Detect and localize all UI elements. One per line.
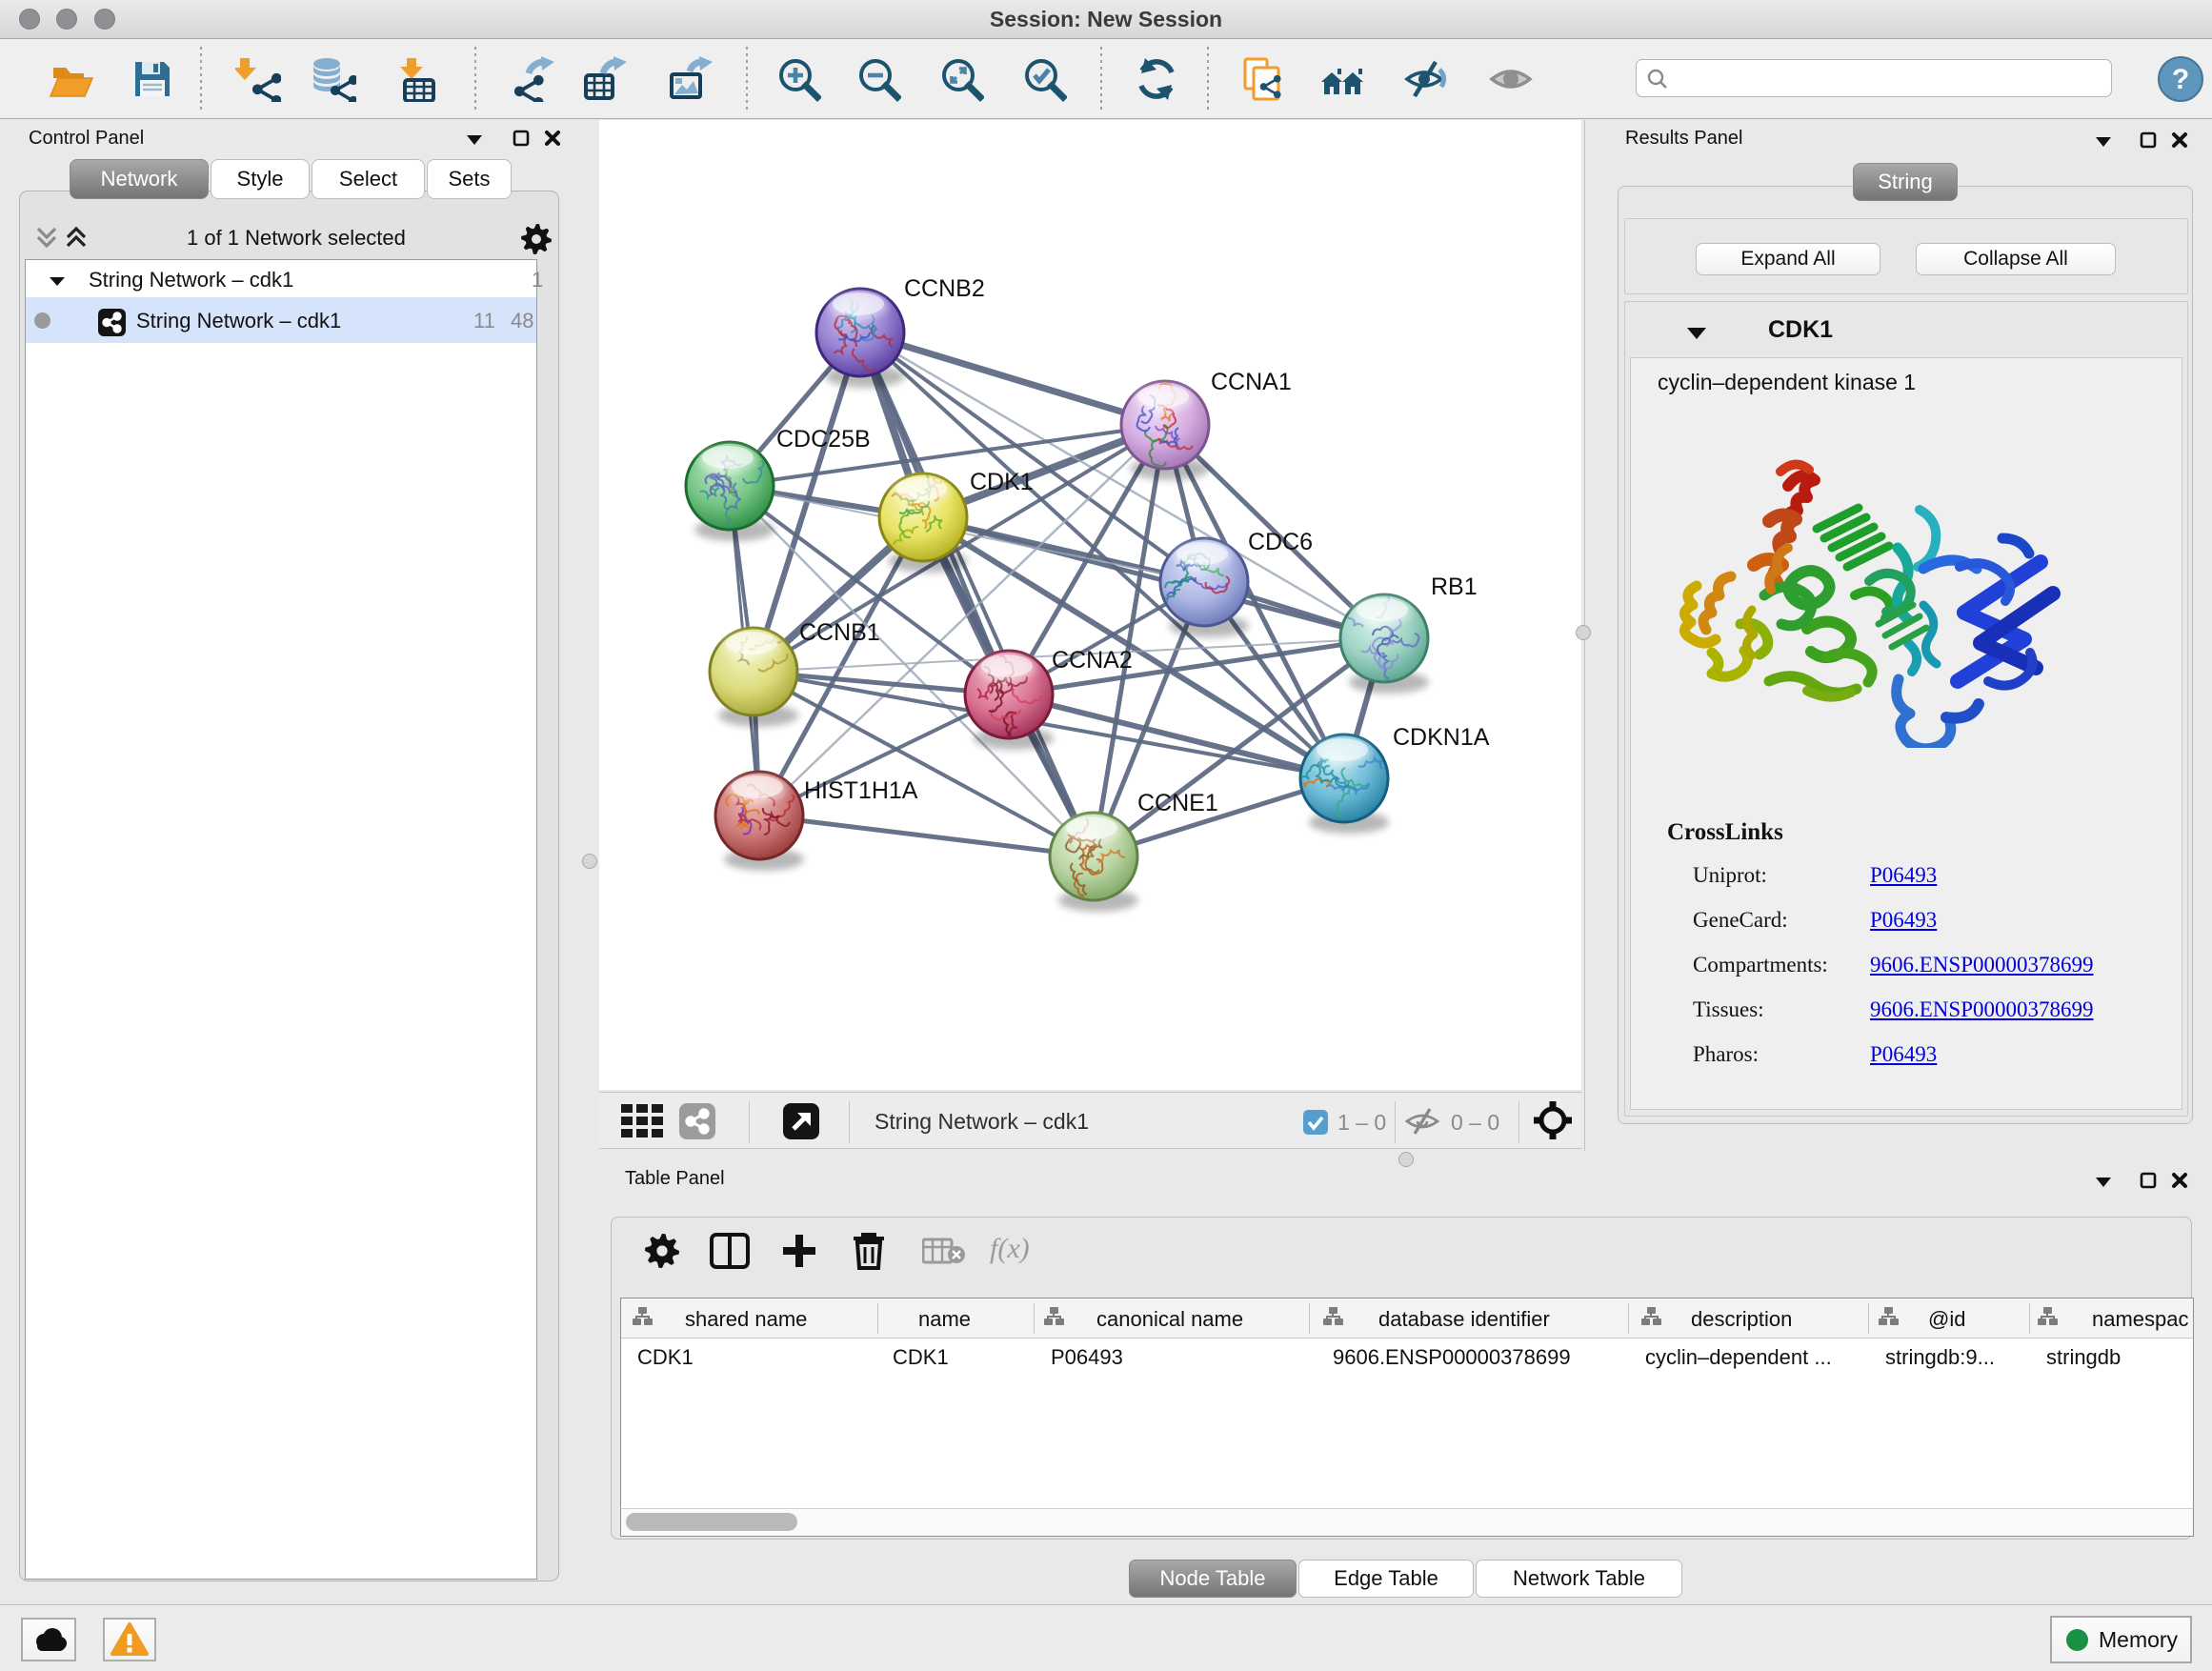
svg-text:HIST1H1A: HIST1H1A [804,777,918,804]
svg-text:CDKN1A: CDKN1A [1393,724,1490,751]
svg-text:CCNB2: CCNB2 [904,275,985,302]
svg-text:CCNA2: CCNA2 [1052,647,1133,674]
svg-text:CDK1: CDK1 [970,469,1034,495]
svg-text:RB1: RB1 [1431,574,1478,600]
svg-text:CDC25B: CDC25B [776,426,871,453]
svg-text:?: ? [2172,64,2189,95]
svg-text:CCNB1: CCNB1 [799,619,880,646]
svg-text:CCNA1: CCNA1 [1211,369,1292,395]
svg-text:CDC6: CDC6 [1248,529,1313,555]
svg-text:CCNE1: CCNE1 [1137,790,1218,816]
